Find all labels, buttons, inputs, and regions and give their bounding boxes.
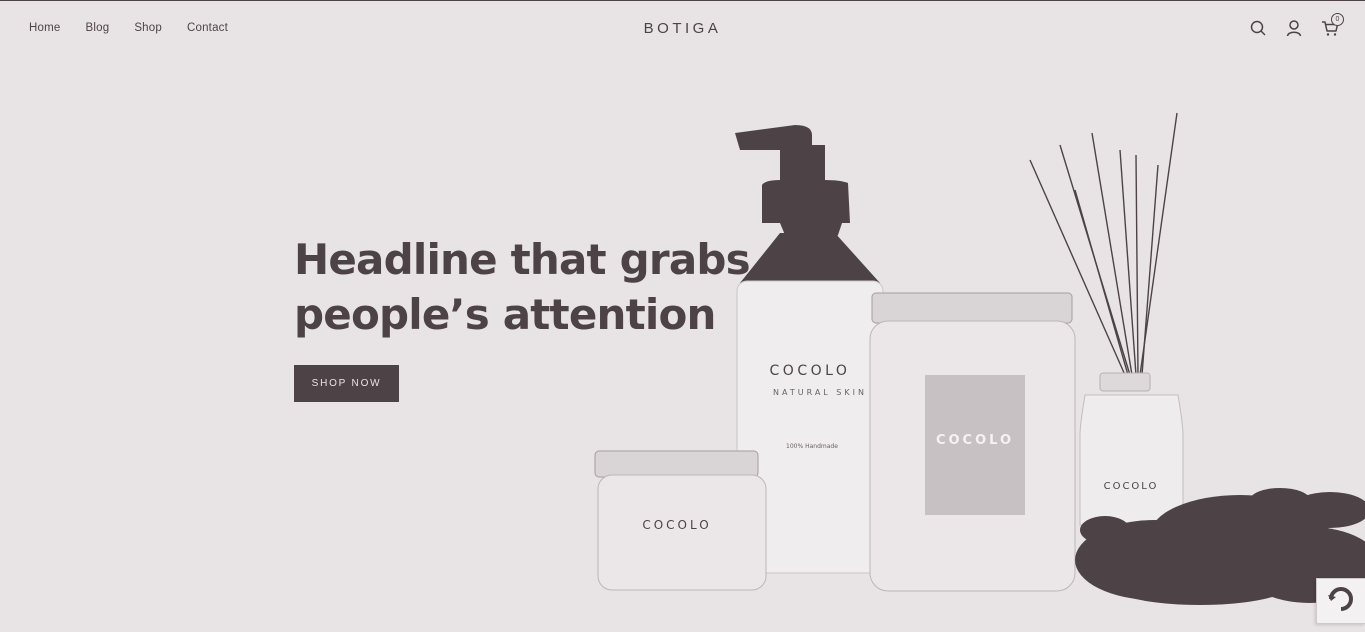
header-icons: 0 [1249, 13, 1344, 37]
diffuser-brand-label: COCOLO [1104, 481, 1159, 492]
site-header: Home Blog Shop Contact BOTIGA 0 [0, 0, 1365, 58]
hero-headline: Headline that grabs people’s attention [294, 235, 751, 339]
search-icon[interactable] [1249, 19, 1267, 37]
small-jar-brand: COCOLO [642, 518, 711, 532]
site-logo[interactable]: BOTIGA [0, 20, 1365, 37]
diffuser-bottle: COCOLO [1079, 372, 1184, 526]
pump-bottle-note: 100% Handmade [786, 443, 838, 450]
recaptcha-badge[interactable] [1316, 578, 1365, 624]
hero-product-image: COCOLO COCOLO NATURAL SKIN 100% Handmade… [594, 112, 1365, 605]
recaptcha-icon [1328, 587, 1353, 611]
pump-bottle-subtitle: NATURAL SKIN [773, 388, 867, 397]
pump-bottle-brand: COCOLO [770, 363, 851, 379]
cart-count-badge: 0 [1331, 13, 1344, 26]
large-jar-brand: COCOLO [936, 433, 1014, 448]
small-jar: COCOLO [594, 450, 767, 591]
user-icon[interactable] [1285, 19, 1303, 37]
shop-now-button[interactable]: SHOP NOW [294, 365, 399, 402]
cart-icon[interactable]: 0 [1321, 13, 1344, 37]
large-jar: COCOLO [869, 292, 1076, 592]
